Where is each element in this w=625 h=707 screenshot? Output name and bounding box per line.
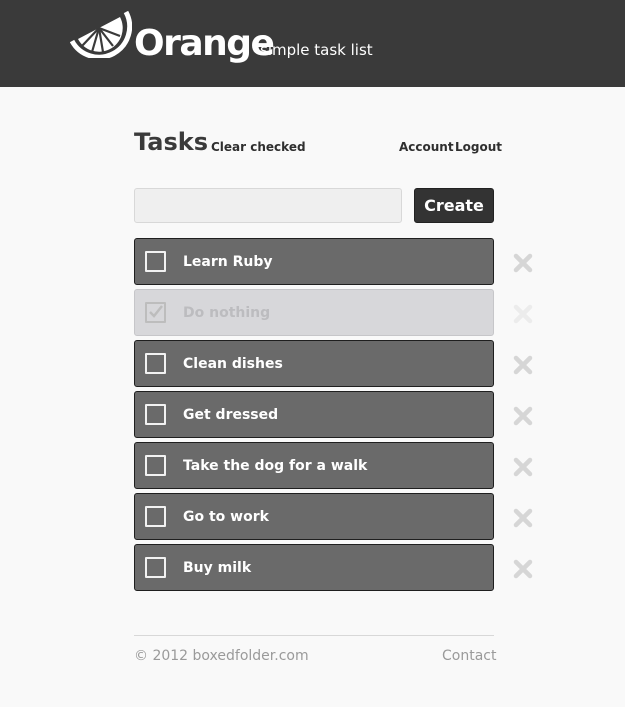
task-label: Do nothing	[183, 305, 271, 321]
checkbox-icon[interactable]	[145, 557, 166, 578]
copyright-text: © 2012 boxedfolder.com	[134, 648, 309, 664]
task-label: Learn Ruby	[183, 254, 273, 270]
task-label: Buy milk	[183, 560, 252, 576]
brand-name: Orange	[134, 23, 275, 64]
task-label: Get dressed	[183, 407, 279, 423]
new-task-input[interactable]	[134, 188, 402, 223]
checkbox-icon[interactable]	[145, 302, 166, 323]
task-label: Take the dog for a walk	[183, 458, 368, 474]
close-icon[interactable]	[513, 406, 533, 426]
checkbox-icon[interactable]	[145, 506, 166, 527]
close-icon[interactable]	[513, 457, 533, 477]
task-list: Learn Ruby Do nothing Clean dishes Get d…	[134, 238, 554, 595]
task-item[interactable]: Do nothing	[134, 289, 494, 336]
checkbox-icon[interactable]	[145, 251, 166, 272]
task-item[interactable]: Go to work	[134, 493, 494, 540]
task-item[interactable]: Clean dishes	[134, 340, 494, 387]
account-link[interactable]: Account	[399, 139, 454, 155]
create-button[interactable]: Create	[414, 188, 494, 223]
task-row: Buy milk	[134, 544, 554, 591]
close-icon[interactable]	[513, 253, 533, 273]
task-row: Get dressed	[134, 391, 554, 438]
task-row: Clean dishes	[134, 340, 554, 387]
page-title: Tasks	[134, 128, 209, 156]
task-label: Go to work	[183, 509, 269, 525]
task-item[interactable]: Buy milk	[134, 544, 494, 591]
task-item[interactable]: Get dressed	[134, 391, 494, 438]
close-icon[interactable]	[513, 508, 533, 528]
task-item[interactable]: Learn Ruby	[134, 238, 494, 285]
checkbox-icon[interactable]	[145, 404, 166, 425]
orange-slice-icon	[70, 10, 132, 58]
contact-link[interactable]: Contact	[442, 647, 496, 665]
close-icon[interactable]	[513, 559, 533, 579]
task-row: Take the dog for a walk	[134, 442, 554, 489]
close-icon[interactable]	[513, 355, 533, 375]
clear-checked-link[interactable]: Clear checked	[211, 139, 306, 155]
logout-link[interactable]: Logout	[455, 139, 502, 155]
checkbox-icon[interactable]	[145, 455, 166, 476]
footer-divider	[134, 635, 494, 636]
checkmark-icon	[149, 305, 163, 318]
task-row: Do nothing	[134, 289, 554, 336]
task-label: Clean dishes	[183, 356, 283, 372]
task-row: Go to work	[134, 493, 554, 540]
task-row: Learn Ruby	[134, 238, 554, 285]
task-item[interactable]: Take the dog for a walk	[134, 442, 494, 489]
checkbox-icon[interactable]	[145, 353, 166, 374]
site-header: Orange simple task list	[0, 0, 625, 87]
close-icon[interactable]	[513, 304, 533, 324]
brand-tagline: simple task list	[260, 41, 373, 59]
